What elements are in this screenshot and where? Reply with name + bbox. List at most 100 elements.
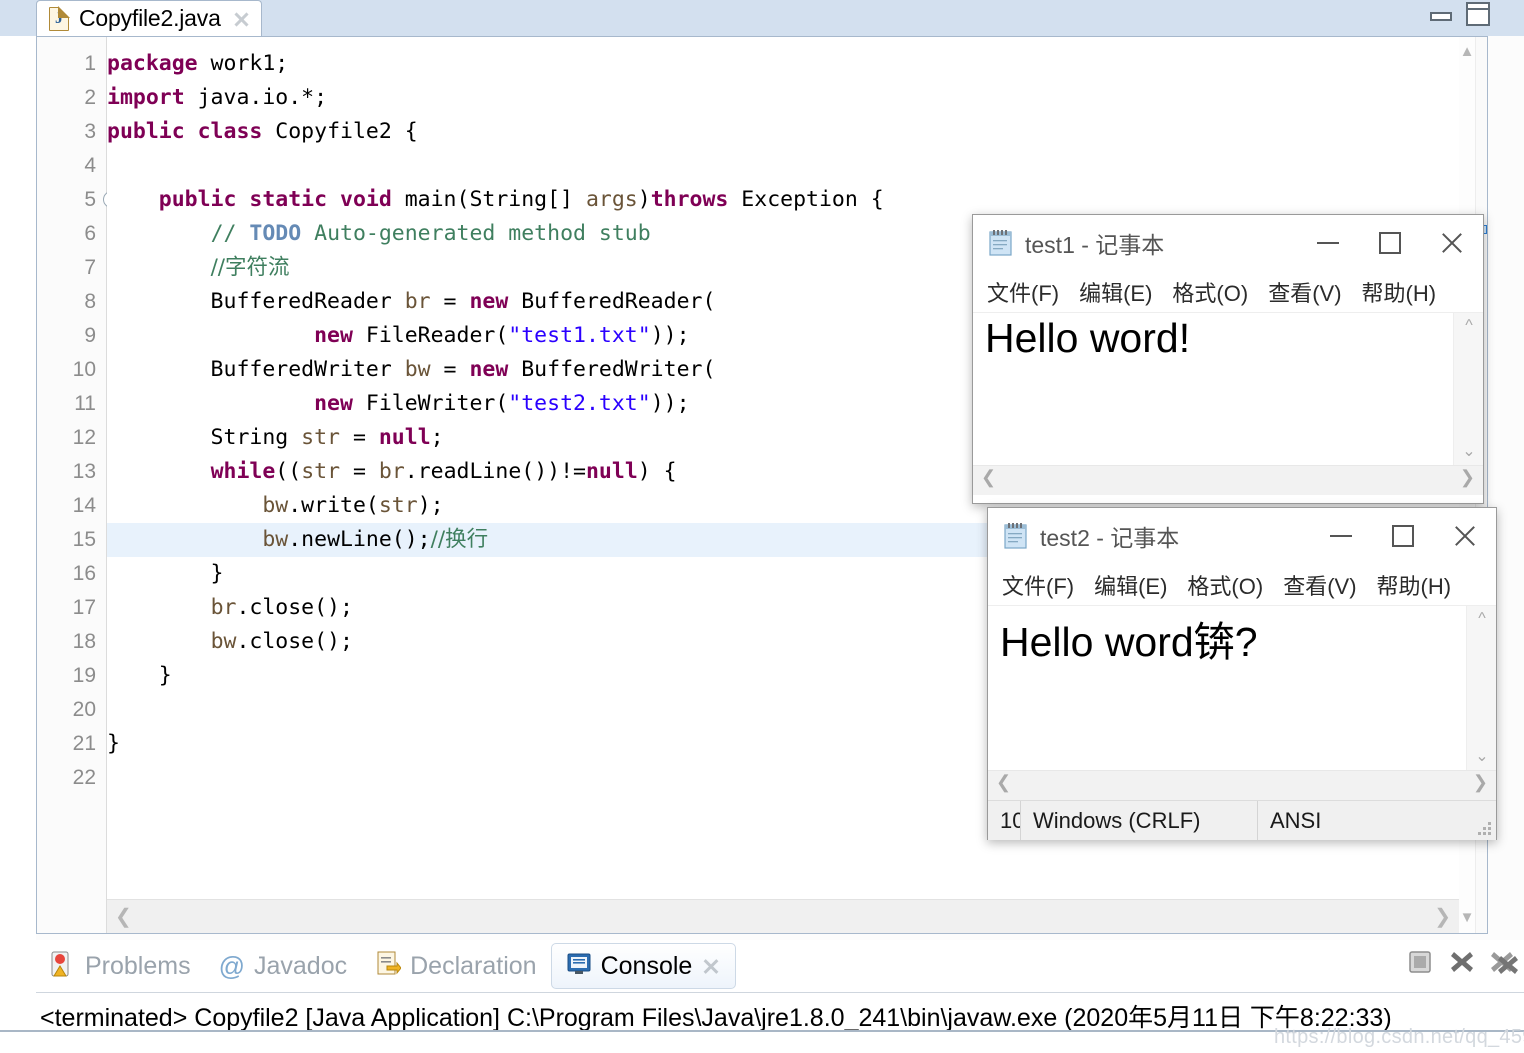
- code-token: TODO: [249, 221, 302, 246]
- editor-horizontal-scrollbar[interactable]: ❮ ❯: [107, 899, 1459, 933]
- code-token: ));: [650, 323, 690, 348]
- maximize-icon[interactable]: [1372, 508, 1434, 564]
- scroll-right-icon[interactable]: ❯: [1434, 904, 1451, 929]
- line-number-label: 1: [84, 52, 96, 75]
- code-token: );: [417, 493, 444, 518]
- code-token: br: [404, 289, 431, 314]
- editor-line-number-gutter: 1 2 3 4 5 6 7 8 9 10 11 12 13 14 15 16 17 18 19 20 21 22: [37, 37, 120, 933]
- terminate-icon[interactable]: [1406, 948, 1434, 981]
- remove-all-launches-icon[interactable]: [1490, 948, 1520, 981]
- code-line[interactable]: import java.io.*;: [107, 81, 1459, 115]
- notepad2-horizontal-scrollbar[interactable]: ❮ ❯: [988, 770, 1496, 800]
- code-line[interactable]: package work1;: [107, 47, 1459, 81]
- console-output-line: <terminated> Copyfile2 [Java Application…: [40, 1004, 1392, 1032]
- tab-problems[interactable]: Problems: [36, 943, 205, 989]
- menu-help[interactable]: 帮助(H): [1362, 276, 1437, 308]
- menu-view[interactable]: 查看(V): [1283, 569, 1356, 601]
- code-token: //换行: [430, 527, 489, 552]
- close-icon[interactable]: [1434, 508, 1496, 564]
- notepad2-text-area[interactable]: Hello word锛? ^ ⌄: [988, 606, 1496, 770]
- code-token: "test1.txt": [508, 323, 651, 348]
- close-icon[interactable]: [701, 956, 721, 976]
- menu-file[interactable]: 文件(F): [1002, 569, 1074, 601]
- code-token: //: [210, 221, 250, 246]
- maximize-icon[interactable]: [1462, 0, 1496, 34]
- menu-edit[interactable]: 编辑(E): [1094, 569, 1167, 601]
- minimize-icon[interactable]: [1310, 508, 1372, 564]
- line-number-11: 11: [37, 387, 106, 421]
- code-token: ): [637, 187, 651, 212]
- notepad1-titlebar[interactable]: test1 - 记事本: [973, 215, 1483, 271]
- code-line[interactable]: public static void main(String[] args)th…: [107, 183, 1459, 217]
- editor-tab-copyfile2[interactable]: J Copyfile2.java: [36, 0, 262, 36]
- scroll-up-icon[interactable]: ▲: [1459, 41, 1475, 63]
- scroll-left-icon[interactable]: ❮: [996, 772, 1011, 793]
- notepad1-vertical-scrollbar[interactable]: ^ ⌄: [1453, 313, 1483, 465]
- line-number-9: 9: [37, 319, 106, 353]
- scroll-left-icon[interactable]: ❮: [981, 467, 996, 488]
- notepad1-content[interactable]: Hello word!: [985, 315, 1449, 362]
- ide-bottom-left-margin: [0, 934, 36, 1053]
- scroll-down-icon[interactable]: ▼: [1459, 907, 1475, 929]
- notepad1-window-controls: [1297, 215, 1483, 271]
- code-token: str: [301, 425, 341, 450]
- notepad2-titlebar[interactable]: test2 - 记事本: [988, 508, 1496, 564]
- editor-tab-label: Copyfile2.java: [79, 5, 221, 31]
- line-number-20: 20: [37, 693, 106, 727]
- close-icon[interactable]: [1421, 215, 1483, 271]
- code-token: args: [585, 187, 638, 212]
- minimize-icon[interactable]: [1424, 0, 1458, 30]
- menu-help[interactable]: 帮助(H): [1377, 569, 1452, 601]
- scroll-up-icon[interactable]: ^: [1454, 317, 1484, 335]
- code-token: br: [210, 595, 237, 620]
- code-line[interactable]: [107, 149, 1459, 183]
- notepad2-vertical-scrollbar[interactable]: ^ ⌄: [1466, 606, 1496, 770]
- code-token: new: [469, 289, 509, 314]
- line-number-label: 8: [84, 290, 96, 313]
- scroll-down-icon[interactable]: ⌄: [1454, 441, 1484, 461]
- code-token: bw: [262, 493, 289, 518]
- code-token: .write(: [288, 493, 379, 518]
- menu-file[interactable]: 文件(F): [987, 276, 1059, 308]
- code-token: }: [107, 731, 120, 756]
- maximize-icon[interactable]: [1359, 215, 1421, 271]
- line-number-label: 12: [72, 426, 96, 449]
- line-number-5: 5: [37, 183, 120, 217]
- close-icon[interactable]: [231, 9, 251, 29]
- scroll-left-icon[interactable]: ❮: [115, 904, 132, 929]
- line-number-label: 4: [84, 154, 96, 177]
- line-number-8: 8: [37, 285, 106, 319]
- scroll-right-icon[interactable]: ❯: [1460, 467, 1475, 488]
- application-root: J Copyfile2.java 1 2 3 4 5 6 7 8 9 10 11 12 13 14 15 16…: [0, 0, 1524, 1053]
- menu-view[interactable]: 查看(V): [1268, 276, 1341, 308]
- notepad-window-test2[interactable]: test2 - 记事本 文件(F) 编辑(E) 格式(O) 查看(V) 帮助(H…: [987, 507, 1497, 840]
- code-token: import: [107, 85, 185, 110]
- line-number-label: 19: [72, 664, 96, 687]
- code-token: java.io.*;: [184, 85, 328, 110]
- notepad1-horizontal-scrollbar[interactable]: ❮ ❯: [973, 465, 1483, 495]
- code-token: Copyfile2 {: [262, 119, 418, 144]
- code-token: bw: [210, 629, 237, 654]
- remove-launch-icon[interactable]: [1448, 948, 1476, 981]
- notepad2-content[interactable]: Hello word锛?: [1000, 608, 1462, 668]
- code-line[interactable]: public class Copyfile2 {: [107, 115, 1459, 149]
- menu-format[interactable]: 格式(O): [1187, 569, 1263, 601]
- tab-javadoc[interactable]: @ Javadoc: [205, 943, 362, 989]
- code-token: work1;: [197, 51, 289, 76]
- tab-console[interactable]: Console: [550, 943, 737, 989]
- scroll-up-icon[interactable]: ^: [1467, 610, 1497, 628]
- minimize-icon[interactable]: [1297, 215, 1359, 271]
- code-token: package: [107, 51, 198, 76]
- menu-edit[interactable]: 编辑(E): [1079, 276, 1152, 308]
- menu-format[interactable]: 格式(O): [1172, 276, 1248, 308]
- notepad1-menubar: 文件(F) 编辑(E) 格式(O) 查看(V) 帮助(H): [973, 271, 1483, 313]
- notepad1-text-area[interactable]: Hello word! ^ ⌄: [973, 313, 1483, 465]
- tab-declaration[interactable]: Declaration: [361, 943, 550, 989]
- line-number-label: 17: [72, 596, 96, 619]
- scroll-down-icon[interactable]: ⌄: [1467, 746, 1497, 766]
- scroll-right-icon[interactable]: ❯: [1473, 772, 1488, 793]
- notepad-window-test1[interactable]: test1 - 记事本 文件(F) 编辑(E) 格式(O) 查看(V) 帮助(H…: [972, 214, 1484, 504]
- resize-grip-icon[interactable]: [1477, 821, 1491, 835]
